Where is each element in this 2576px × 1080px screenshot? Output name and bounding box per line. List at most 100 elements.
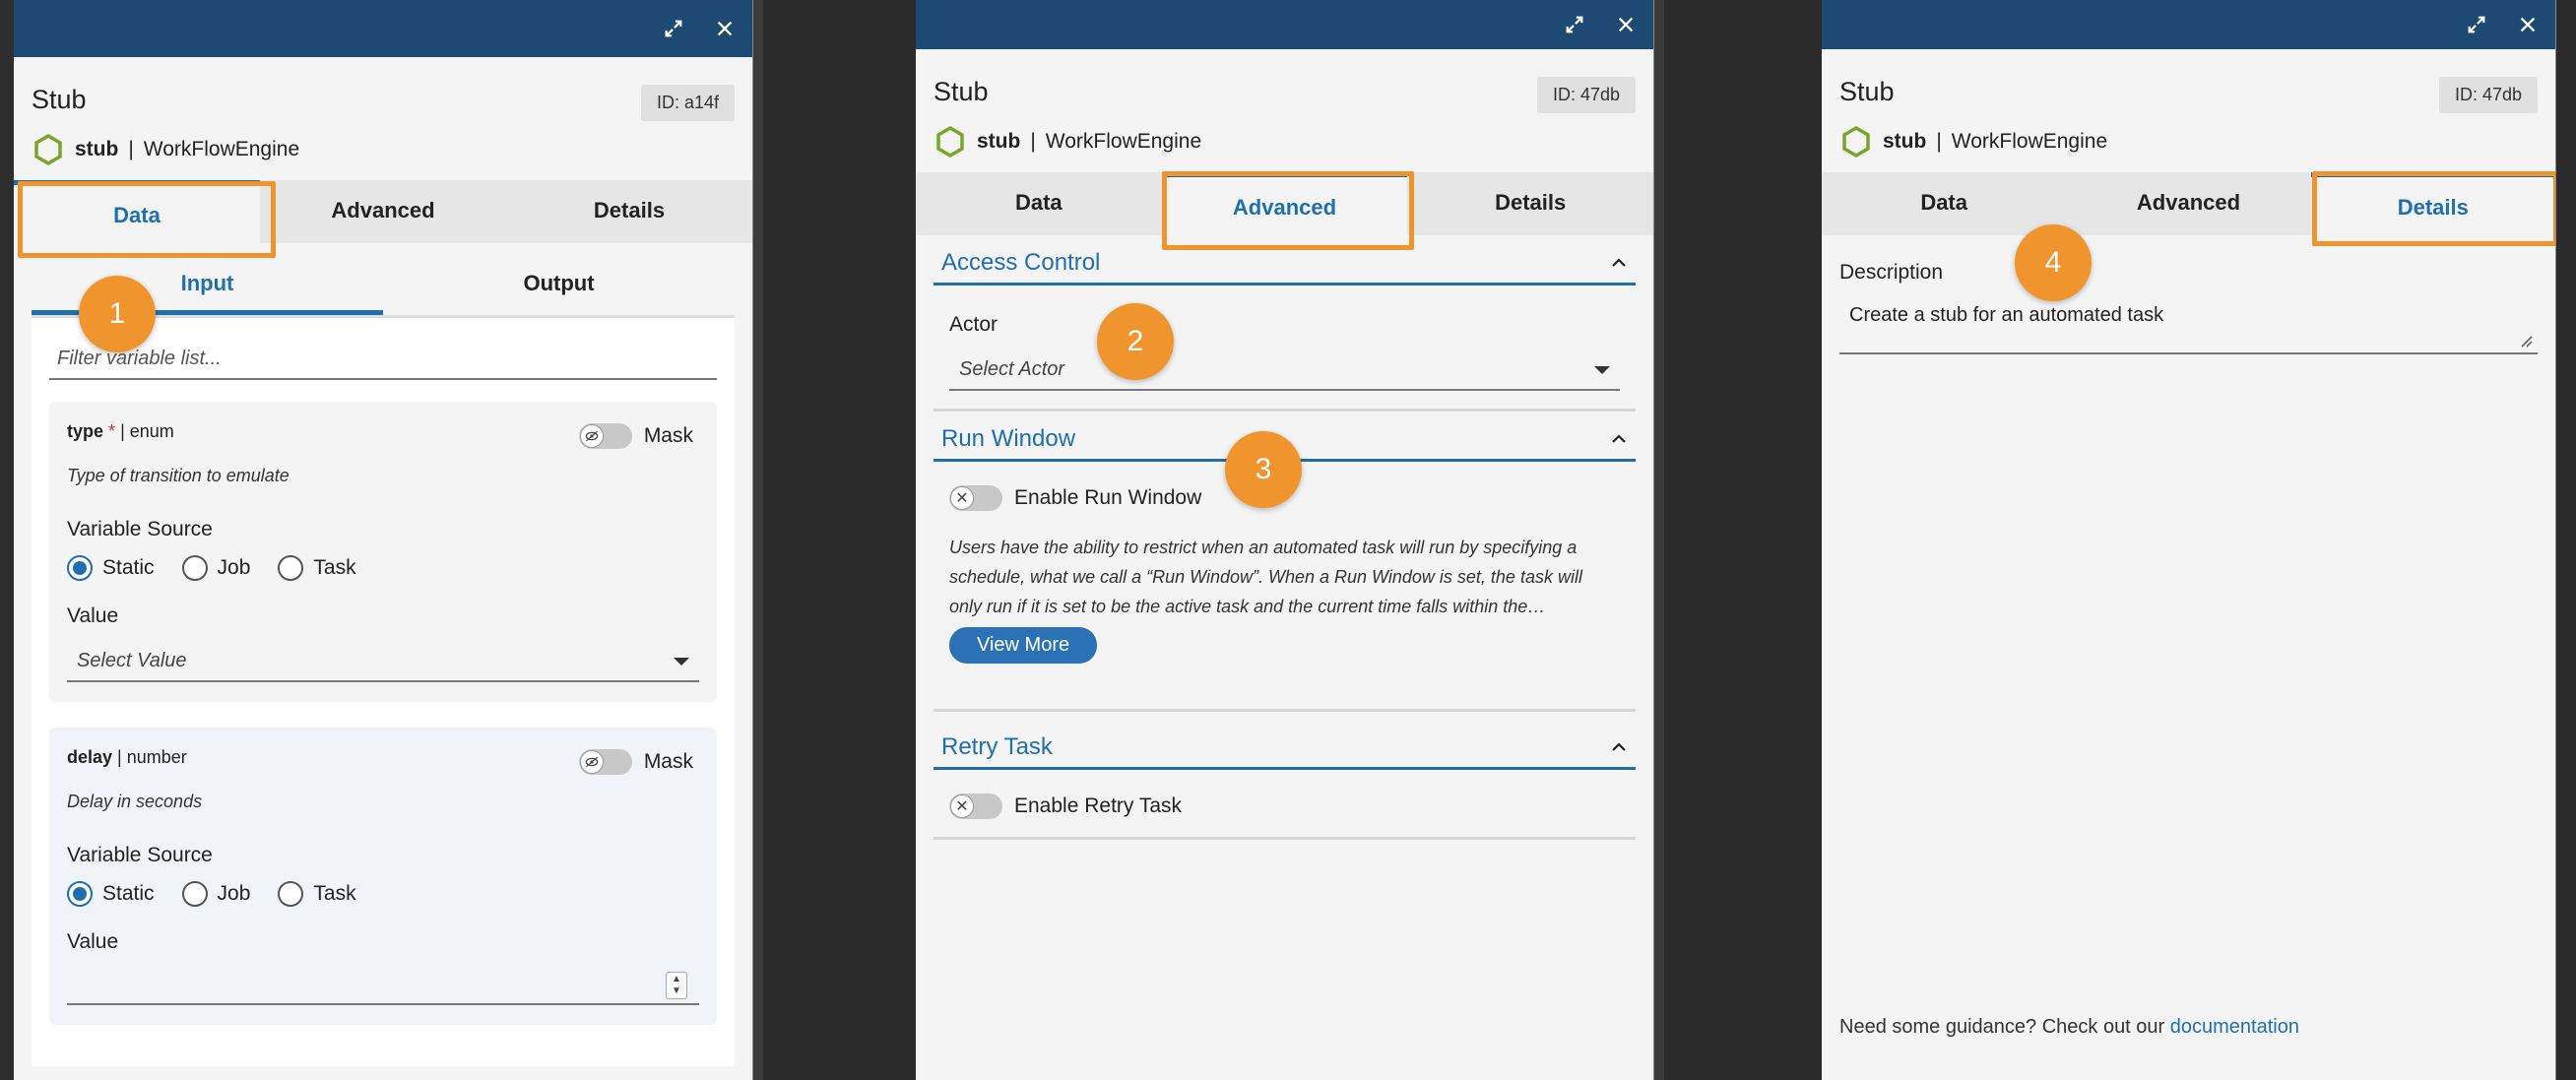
step-marker-3: 3 [1225, 431, 1302, 508]
chevron-up-icon [1612, 434, 1626, 443]
variable-name: delay [67, 747, 113, 767]
expand-icon[interactable] [662, 17, 685, 40]
retry-task-toggle[interactable]: ✕ Enable Retry Task [949, 794, 1620, 819]
guidance-text: Need some guidance? Check out our [1839, 1016, 2165, 1038]
tab-advanced[interactable]: Advanced [260, 180, 506, 243]
radio-job[interactable]: Job [181, 555, 250, 581]
id-badge: ID: 47db [2438, 77, 2538, 113]
engine-name: stub [75, 138, 119, 160]
close-icon[interactable] [1614, 13, 1638, 36]
actor-select[interactable]: Select Actor [949, 349, 1620, 391]
subtab-output[interactable]: Output [383, 243, 735, 315]
radio-label: Job [217, 882, 251, 905]
radio-empty-icon [181, 555, 208, 581]
hexagon-icon [1842, 125, 1870, 159]
engine-label: stub | WorkFlowEngine [1839, 125, 2538, 159]
documentation-link[interactable]: documentation [2170, 1016, 2299, 1038]
radio-static[interactable]: Static [67, 555, 155, 581]
access-control-section: Access Control Actor Select Actor [934, 235, 1636, 412]
panel-title: Stub [934, 77, 989, 106]
panel-header: Stub ID: 47db stub | WorkFlowEngine [916, 49, 1653, 159]
caret-down-icon [674, 658, 689, 666]
panel-title: Stub [32, 85, 87, 114]
mask-toggle[interactable]: Mask [578, 423, 693, 449]
eye-off-icon [579, 750, 604, 774]
radio-task[interactable]: Task [278, 881, 356, 907]
stub-panel-data: Stub ID: a14f stub | WorkFlowEngine Data… [14, 0, 753, 1080]
panel-titlebar [916, 0, 1653, 49]
variable-source-label: Variable Source [67, 518, 213, 540]
description-line: schedule, what we call a “Run Window”. W… [949, 567, 1582, 587]
description-textarea[interactable]: Create a stub for an automated task [1839, 298, 2538, 354]
background-strip [1654, 0, 1822, 1080]
variable-description: Type of transition to emulate [67, 466, 290, 485]
variable-card-delay: delay | number Mask Delay in seconds Var… [49, 728, 717, 1025]
section-title: Run Window [941, 425, 1076, 452]
radio-empty-icon [278, 555, 304, 581]
retry-task-header[interactable]: Retry Task [934, 720, 1636, 770]
step-marker-2: 2 [1097, 303, 1174, 380]
tab-details[interactable]: Details [506, 180, 752, 243]
close-icon[interactable] [713, 17, 737, 40]
eye-off-icon [579, 424, 604, 448]
value-number-input[interactable]: ▲ ▼ [67, 966, 699, 1005]
variable-type: | number [117, 747, 187, 767]
variable-name: type [67, 421, 104, 441]
radio-label: Task [313, 556, 356, 579]
mask-toggle[interactable]: Mask [578, 749, 693, 775]
panel-titlebar [14, 0, 752, 57]
engine-type: WorkFlowEngine [1951, 130, 2108, 153]
x-icon: ✕ [950, 794, 974, 818]
variable-type: | enum [120, 421, 174, 441]
highlight-box [2312, 171, 2555, 246]
engine-separator: | [1936, 130, 1942, 153]
value-label: Value [67, 930, 119, 953]
stub-panel-details: Stub ID: 47db stub | WorkFlowEngine Data… [1822, 0, 2556, 1080]
variable-source-label: Variable Source [67, 844, 213, 866]
engine-name: stub [1883, 130, 1927, 153]
highlight-box [18, 181, 276, 258]
panel-header: Stub ID: 47db stub | WorkFlowEngine [1822, 49, 2555, 159]
expand-icon[interactable] [1563, 13, 1586, 36]
description-line: only run if it is set to be the active t… [949, 597, 1546, 616]
description-line: Users have the ability to restrict when … [949, 538, 1578, 557]
radio-label: Static [102, 882, 155, 905]
variable-list: Filter variable list... type * | enum Ma… [32, 318, 735, 1066]
view-more-button[interactable]: View More [949, 627, 1098, 664]
required-marker: * [108, 421, 116, 441]
stub-panel-advanced: Stub ID: 47db stub | WorkFlowEngine Data… [916, 0, 1654, 1080]
description-label: Description [1839, 261, 1944, 284]
tab-details[interactable]: Details [1407, 172, 1653, 235]
panel-titlebar [1822, 0, 2555, 49]
close-icon[interactable] [2516, 13, 2540, 36]
value-select[interactable]: Select Value [67, 640, 699, 682]
engine-type: WorkFlowEngine [1045, 130, 1202, 153]
variable-card-type: type * | enum Mask Type of transition to… [49, 402, 717, 702]
expand-icon[interactable] [2465, 13, 2488, 36]
resize-handle-icon[interactable] [2516, 331, 2534, 349]
engine-label: stub | WorkFlowEngine [32, 133, 735, 166]
variable-source-radios: Static Job Task [67, 881, 699, 907]
spinner-icon[interactable]: ▲ ▼ [666, 972, 687, 999]
filter-input[interactable]: Filter variable list... [49, 336, 717, 380]
radio-job[interactable]: Job [181, 881, 251, 907]
background-strip [2556, 0, 2576, 1080]
tab-data[interactable]: Data [916, 172, 1162, 235]
retry-task-switch[interactable]: ✕ [949, 794, 1002, 819]
guidance-footer: Need some guidance? Check out our docume… [1839, 1016, 2299, 1039]
step-marker-4: 4 [2015, 224, 2092, 301]
radio-static[interactable]: Static [67, 881, 155, 907]
run-window-switch[interactable]: ✕ [949, 485, 1002, 511]
value-placeholder: Select Value [77, 650, 187, 671]
radio-task[interactable]: Task [278, 555, 356, 581]
panel-header: Stub ID: a14f stub | WorkFlowEngine [14, 57, 752, 166]
tab-data[interactable]: Data [1822, 172, 2066, 235]
chevron-up-icon [1612, 258, 1626, 267]
chevron-up-icon [1612, 742, 1626, 751]
step-marker-1: 1 [79, 276, 156, 352]
toggle-label: Enable Run Window [1014, 486, 1202, 509]
hexagon-icon [936, 125, 964, 159]
mask-switch[interactable] [578, 749, 632, 775]
mask-switch[interactable] [578, 423, 632, 449]
tab-advanced[interactable]: Advanced [2066, 172, 2310, 235]
